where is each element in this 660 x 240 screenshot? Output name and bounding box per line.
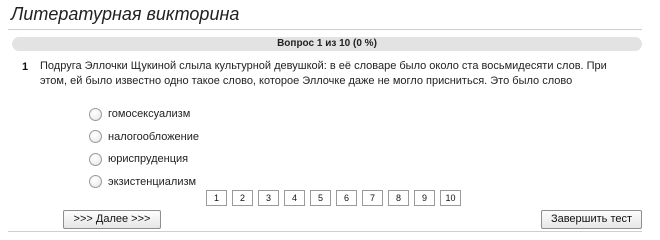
radio-button[interactable] <box>89 130 102 144</box>
progress-text: Вопрос 1 из 10 (0 %) <box>277 38 377 49</box>
progress-bar: Вопрос 1 из 10 (0 %) <box>12 37 642 51</box>
divider <box>8 29 642 30</box>
page-button-6[interactable]: 6 <box>336 190 357 206</box>
answer-label: юриспруденция <box>108 153 189 166</box>
page-button-10[interactable]: 10 <box>440 190 461 206</box>
page-button-5[interactable]: 5 <box>310 190 331 206</box>
next-button[interactable]: >>> Далее >>> <box>63 210 161 229</box>
radio-button[interactable] <box>89 175 102 189</box>
question-text: Подруга Эллочки Щукиной слыла культурной… <box>40 60 607 87</box>
page-button-4[interactable]: 4 <box>284 190 305 206</box>
page-button-8[interactable]: 8 <box>388 190 409 206</box>
answer-label: налогообложение <box>108 130 200 143</box>
divider <box>8 231 642 232</box>
page-button-7[interactable]: 7 <box>362 190 383 206</box>
quiz-title: Литературная викторина <box>11 4 240 24</box>
answer-option[interactable]: гомосексуализм <box>89 103 199 126</box>
radio-button[interactable] <box>89 152 102 166</box>
question-number: 1 <box>22 61 29 73</box>
page-button-2[interactable]: 2 <box>232 190 253 206</box>
page-button-3[interactable]: 3 <box>258 190 279 206</box>
question-pager: 1 2 3 4 5 6 7 8 9 10 <box>206 190 461 206</box>
page-button-9[interactable]: 9 <box>414 190 435 206</box>
answer-option[interactable]: юриспруденция <box>89 148 199 171</box>
page-button-1[interactable]: 1 <box>206 190 227 206</box>
answer-label: экзистенциализм <box>108 175 197 188</box>
finish-test-button[interactable]: Завершить тест <box>541 210 642 229</box>
radio-button[interactable] <box>89 107 102 121</box>
answer-option[interactable]: экзистенциализм <box>89 171 199 194</box>
answer-label: гомосексуализм <box>108 108 191 121</box>
answer-list: гомосексуализм налогообложение юриспруде… <box>89 103 199 193</box>
answer-option[interactable]: налогообложение <box>89 126 199 149</box>
